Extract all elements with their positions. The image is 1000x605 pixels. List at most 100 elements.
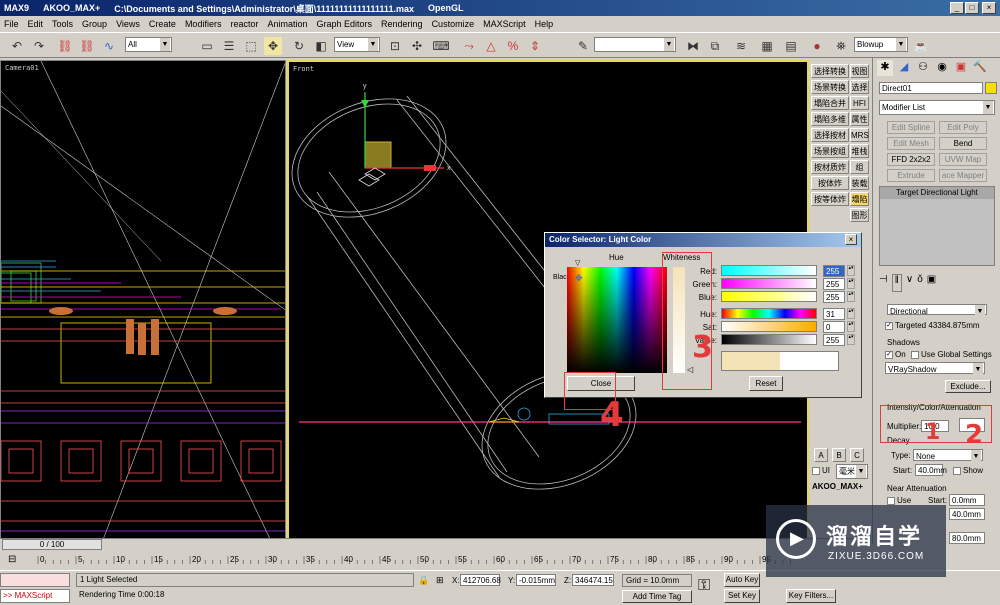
surface-mapper-button[interactable]: ace Mapper (W xyxy=(939,169,987,182)
track-bar[interactable]: ⊟ 05101520253035404550556065707580859095 xyxy=(0,552,870,570)
hierarchy-tab-icon[interactable]: ⚇ xyxy=(915,60,931,76)
angle-snap-icon[interactable]: △ xyxy=(482,37,500,55)
blue-slider[interactable] xyxy=(721,291,817,302)
targeted-checkbox[interactable]: ✓ Targeted 43384.875mm xyxy=(885,321,980,330)
far-start-field[interactable]: 80.0mm xyxy=(949,532,985,544)
schematic-view-icon[interactable]: ▤ xyxy=(782,37,800,55)
unit-combo[interactable]: 毫米 xyxy=(836,464,868,479)
blue-spinner[interactable]: ▴▾ xyxy=(847,291,855,302)
menu-tools[interactable]: Tools xyxy=(52,19,73,29)
set-key-button[interactable]: Set Key xyxy=(724,589,760,603)
abc-button-b[interactable]: B xyxy=(832,448,846,462)
menu-help[interactable]: Help xyxy=(535,19,554,29)
named-selection-combo[interactable] xyxy=(594,37,676,52)
menu-animation[interactable]: Animation xyxy=(267,19,307,29)
add-time-tag-button[interactable]: Add Time Tag xyxy=(622,590,692,603)
show-checkbox[interactable]: Show xyxy=(953,466,983,475)
green-spinner[interactable]: ▴▾ xyxy=(847,278,855,289)
ui-checkbox[interactable]: UI xyxy=(812,466,830,475)
value-spinner[interactable]: ▴▾ xyxy=(847,334,855,345)
redo-icon[interactable]: ↷ xyxy=(30,37,48,55)
key-filters-button[interactable]: Key Filters... xyxy=(786,589,836,603)
global-settings-checkbox[interactable]: Use Global Settings xyxy=(911,350,992,359)
value-field[interactable]: 255 xyxy=(823,334,845,346)
manipulate-icon[interactable]: ✣ xyxy=(408,37,426,55)
select-object-icon[interactable]: ▭ xyxy=(198,37,216,55)
scale-icon[interactable]: ◧ xyxy=(312,37,330,55)
reset-button[interactable]: Reset xyxy=(749,376,783,391)
script-button-6b[interactable]: 堆栈 xyxy=(850,144,869,158)
bend-button[interactable]: Bend xyxy=(939,137,987,150)
script-button-4b[interactable]: 属性 xyxy=(850,112,869,126)
red-spinner[interactable]: ▴▾ xyxy=(847,265,855,276)
menu-create[interactable]: Create xyxy=(149,19,176,29)
move-icon[interactable]: ✥ xyxy=(264,37,282,55)
edit-mesh-button[interactable]: Edit Mesh xyxy=(887,137,935,150)
unlink-icon[interactable]: ⛓ xyxy=(78,37,96,55)
extrude-button[interactable]: Extrude xyxy=(887,169,935,182)
object-name-field[interactable]: Direct01 xyxy=(879,82,983,94)
near-end-field[interactable]: 40.0mm xyxy=(949,508,985,520)
hue-spinner[interactable]: ▴▾ xyxy=(847,308,855,319)
percent-snap-icon[interactable]: % xyxy=(504,37,522,55)
menu-rendering[interactable]: Rendering xyxy=(381,19,423,29)
ffd-button[interactable]: FFD 2x2x2 xyxy=(887,153,935,166)
hue-pointer-icon[interactable]: ▽ xyxy=(575,259,580,267)
front-viewport-label[interactable]: Front xyxy=(293,65,314,73)
object-color-swatch[interactable] xyxy=(985,82,997,94)
snap-icon[interactable]: ⤳ xyxy=(460,37,478,55)
edit-named-sel-icon[interactable]: ✎ xyxy=(574,37,592,55)
time-slider-thumb[interactable]: 0 / 100 xyxy=(2,539,102,550)
menu-graph-editors[interactable]: Graph Editors xyxy=(317,19,373,29)
y-coordinate-field[interactable]: -0.015mm xyxy=(516,574,556,586)
bind-space-warp-icon[interactable]: ∿ xyxy=(100,37,118,55)
sat-spinner[interactable]: ▴▾ xyxy=(847,321,855,332)
abc-button-a[interactable]: A xyxy=(814,448,828,462)
undo-icon[interactable]: ↶ xyxy=(8,37,26,55)
camera-viewport-label[interactable]: Camera01 xyxy=(5,64,39,72)
green-field[interactable]: 255 xyxy=(823,278,845,290)
sat-slider[interactable] xyxy=(721,321,817,332)
layer-manager-icon[interactable]: ≋ xyxy=(732,37,750,55)
ref-coord-combo[interactable]: View xyxy=(334,37,380,52)
script-button-2a[interactable]: 场景转换 xyxy=(811,80,849,94)
close-button[interactable]: × xyxy=(982,2,996,14)
red-slider[interactable] xyxy=(721,265,817,276)
script-button-1a[interactable]: 选择转换 xyxy=(811,64,849,78)
script-button-7a[interactable]: 按材质炸 xyxy=(811,160,849,174)
modifier-list-combo[interactable]: Modifier List xyxy=(879,100,995,115)
absolute-mode-icon[interactable]: ⊞ xyxy=(436,575,444,586)
script-button-8a[interactable]: 按体炸 xyxy=(811,176,849,190)
modify-tab-icon[interactable]: ◢ xyxy=(896,60,912,76)
script-button-6a[interactable]: 场景按组 xyxy=(811,144,849,158)
camera-viewport[interactable]: Camera01 xyxy=(0,60,286,544)
time-slider[interactable]: 0 / 100 xyxy=(0,538,870,550)
hue-field[interactable]: 31 xyxy=(823,308,845,320)
script-button-3a[interactable]: 塌陷合并 xyxy=(811,96,849,110)
menu-file[interactable]: File xyxy=(4,19,19,29)
configure-sets-icon[interactable]: ▣ xyxy=(927,274,936,292)
show-end-icon[interactable]: ‖ xyxy=(891,274,902,292)
spinner-snap-icon[interactable]: ⇕ xyxy=(526,37,544,55)
maxscript-listener-top[interactable] xyxy=(0,573,70,587)
menu-group[interactable]: Group xyxy=(82,19,107,29)
script-button-9b[interactable]: 塌陷 xyxy=(850,192,869,206)
shadow-type-combo[interactable]: VRayShadow xyxy=(885,362,985,376)
track-bar-icon[interactable]: ⊟ xyxy=(8,554,16,565)
utilities-tab-icon[interactable]: 🔨 xyxy=(972,60,988,76)
edit-spline-button[interactable]: Edit Spline xyxy=(887,121,935,134)
value-slider[interactable] xyxy=(721,334,817,345)
script-button-9a[interactable]: 按等体炸 xyxy=(811,192,849,206)
curve-editor-icon[interactable]: ▦ xyxy=(758,37,776,55)
align-icon[interactable]: ⧉ xyxy=(706,37,724,55)
maximize-button[interactable]: □ xyxy=(965,2,979,14)
script-button-5b[interactable]: MRS xyxy=(850,128,869,142)
near-start-field[interactable]: 0.0mm xyxy=(949,494,985,506)
uvw-map-button[interactable]: UVW Map xyxy=(939,153,987,166)
exclude-button[interactable]: Exclude... xyxy=(945,380,991,393)
hue-slider[interactable] xyxy=(721,308,817,319)
script-button-10b[interactable]: 图形 xyxy=(850,208,869,222)
script-button-3b[interactable]: HFI xyxy=(850,96,869,110)
quick-render-icon[interactable]: ☕ xyxy=(912,37,930,55)
display-tab-icon[interactable]: ▣ xyxy=(953,60,969,76)
